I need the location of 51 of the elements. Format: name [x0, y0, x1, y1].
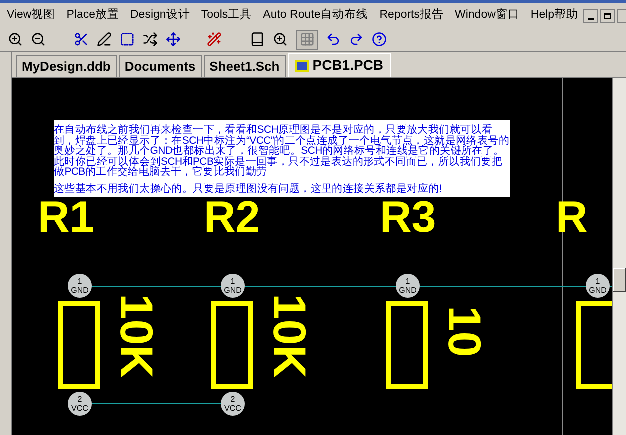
selection-icon[interactable] [120, 32, 135, 47]
zoom-out-icon[interactable] [31, 32, 46, 47]
value-label: 10K [267, 294, 313, 378]
menu-item[interactable]: Help帮助 [530, 6, 579, 24]
menu-item[interactable]: Place放置 [66, 6, 120, 24]
menu-item[interactable]: Reports报告 [380, 6, 444, 24]
shuffle-icon[interactable] [143, 32, 158, 47]
wand-icon[interactable] [207, 32, 222, 47]
book-icon[interactable] [250, 32, 265, 47]
pad-number: 1 [596, 277, 600, 286]
pen-icon[interactable] [97, 32, 112, 47]
pad-net: VCC [72, 404, 88, 413]
designator-label: R [556, 196, 588, 240]
pad-number: 1 [78, 277, 82, 286]
value-label: 10K [114, 294, 160, 378]
pad-net: GND [399, 286, 417, 295]
scissors-icon[interactable] [74, 32, 89, 47]
note-paragraph: 在自动布线之前我们再来检查一下，看看和SCH原理图是不是对应的，只要放大我们就可以看到，焊盘上已经显示了：在SCH中标注为“VCC”的二个点连成了一个电气节点，这就是网络表号的奥妙之处了。那几个GND也都标出来了，很智能吧。SCH的网络标号和连线是它的关键所在了。此时你已经可以体会到SCH和PCB实际是一回事，只不过是表达的形式不同而已，所以我们要把做PCB的工作交给电脑去干，它要比我们勤劳 [54, 125, 510, 178]
menu-item[interactable]: Window窗口 [455, 6, 520, 24]
value-label: 10 [442, 306, 488, 358]
menu-item[interactable]: Tools工具 [201, 6, 252, 24]
move-icon[interactable] [166, 32, 181, 47]
grid-button[interactable] [296, 30, 318, 50]
designator-label: R2 [204, 196, 260, 240]
pad-number: 1 [230, 277, 236, 286]
pad-number: 2 [230, 395, 236, 404]
pad-number: 1 [406, 277, 410, 286]
menu-item[interactable]: Design设计 [130, 6, 190, 24]
undo-icon[interactable] [326, 32, 341, 47]
pad-number: 2 [78, 395, 82, 404]
pad-net: GND [71, 286, 89, 295]
document-tab[interactable]: PCB1.PCB [288, 53, 391, 77]
scrollbar-thumb[interactable] [613, 268, 626, 292]
note-paragraph: 这些基本不用我们太操心的。只要是原理图没有问题，这里的连接关系都是对应的! [54, 184, 443, 194]
designator-label: R3 [380, 196, 436, 240]
pad-net: GND [224, 286, 242, 295]
help-icon[interactable] [372, 32, 387, 47]
designator-label: R1 [38, 196, 94, 240]
pcb-document-icon [294, 60, 309, 72]
library-search-icon[interactable] [273, 32, 288, 47]
menu-item[interactable]: Auto Route自动布线 [263, 6, 369, 24]
menu-item[interactable]: View视图 [7, 6, 56, 24]
document-tab[interactable]: Sheet1.Sch [204, 55, 286, 77]
document-tab[interactable]: MyDesign.ddb [16, 55, 117, 77]
pad-net: VCC [224, 404, 242, 413]
restore-button[interactable] [600, 8, 615, 22]
pad-net: GND [589, 286, 607, 295]
minimize-button[interactable] [583, 8, 598, 22]
zoom-in-icon[interactable] [8, 32, 23, 47]
redo-icon[interactable] [349, 32, 364, 47]
document-tab[interactable]: Documents [118, 55, 202, 77]
